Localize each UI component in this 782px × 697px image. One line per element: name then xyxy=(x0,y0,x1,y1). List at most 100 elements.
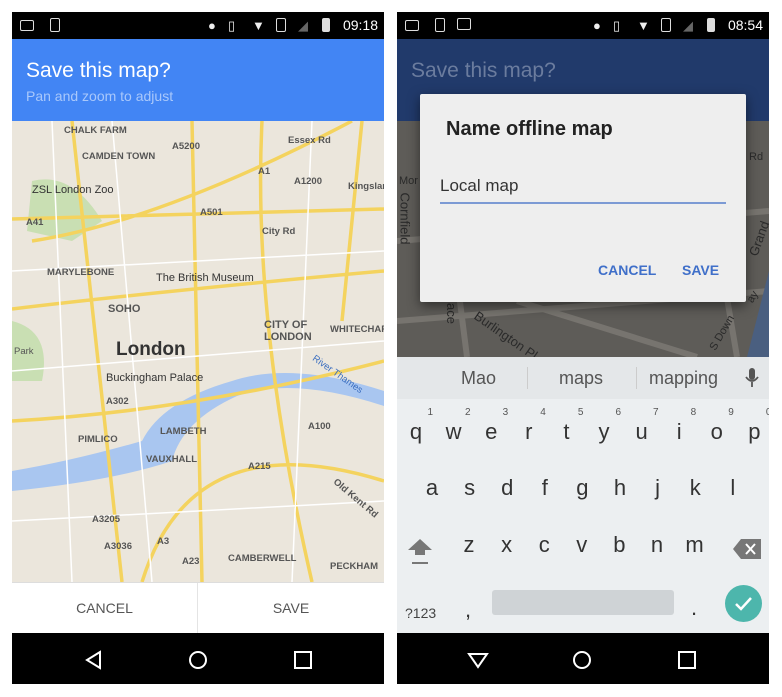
period-key[interactable]: . xyxy=(691,595,697,621)
key-s[interactable]: s xyxy=(455,475,485,501)
key-label: j xyxy=(655,475,661,500)
cancel-button[interactable]: CANCEL xyxy=(12,583,198,634)
key-hint: 3 xyxy=(502,407,509,418)
suggestion-item[interactable]: Mao xyxy=(461,368,496,389)
key-x[interactable]: x xyxy=(492,532,522,558)
key-c[interactable]: c xyxy=(529,532,559,558)
map-label: MARYLEBONE xyxy=(47,267,115,278)
key-f[interactable]: f xyxy=(530,475,560,501)
map-view[interactable]: CHALK FARM CAMDEN TOWN ZSL London Zoo A5… xyxy=(12,121,384,582)
key-v[interactable]: v xyxy=(567,532,597,558)
map-label: Kingsland Rd xyxy=(348,181,384,192)
key-d[interactable]: d xyxy=(492,475,522,501)
space-key[interactable] xyxy=(492,590,674,615)
page-title: Save this map? xyxy=(411,59,556,82)
suggestion-item[interactable]: maps xyxy=(559,368,603,389)
back-icon[interactable] xyxy=(84,650,104,670)
shift-icon xyxy=(408,539,432,564)
map-label: CAMDEN TOWN xyxy=(82,151,156,162)
map-label: A3 xyxy=(157,536,170,547)
comma-key[interactable]: , xyxy=(465,597,471,623)
key-m[interactable]: m xyxy=(680,532,710,558)
key-label: g xyxy=(576,475,589,500)
key-l[interactable]: l xyxy=(718,475,748,501)
map-label: A3036 xyxy=(104,541,132,552)
key-o[interactable]: o9 xyxy=(702,407,734,445)
key-label: v xyxy=(576,532,588,557)
phone-save-map: ● ▯ ▼ ◢ 09:18 Save this map? Pan and zoo… xyxy=(12,12,384,684)
key-b[interactable]: b xyxy=(604,532,634,558)
backspace-icon xyxy=(733,539,761,559)
divider xyxy=(527,367,528,389)
map-label: A1200 xyxy=(294,176,322,187)
key-n[interactable]: n xyxy=(642,532,672,558)
map-name-input[interactable]: Local map xyxy=(440,176,726,204)
signal-icon: ◢ xyxy=(683,18,693,33)
divider xyxy=(636,367,637,389)
nav-bar xyxy=(12,633,384,684)
done-key[interactable] xyxy=(725,585,762,622)
location-icon: ● xyxy=(593,18,601,33)
map-label: ZSL London Zoo xyxy=(32,184,114,196)
microphone-icon[interactable] xyxy=(745,368,759,388)
key-hint: 9 xyxy=(728,407,734,418)
key-w[interactable]: w2 xyxy=(439,407,471,445)
dialog-cancel-button[interactable]: CANCEL xyxy=(598,262,656,278)
map-label: LAMBETH xyxy=(160,426,207,437)
symbols-key[interactable]: ?123 xyxy=(405,605,436,621)
suggestion-item[interactable]: mapping xyxy=(649,368,718,389)
key-label: e xyxy=(485,419,498,444)
status-bar: ● ▯ ▼ ◢ 08:54 xyxy=(397,12,769,39)
key-label: d xyxy=(501,475,514,500)
map-label: PECKHAM xyxy=(330,561,379,572)
page-subtitle: Pan and zoom to adjust xyxy=(26,88,174,104)
key-label: f xyxy=(541,475,548,500)
key-z[interactable]: z xyxy=(454,532,484,558)
key-q[interactable]: q1 xyxy=(401,407,433,445)
key-label: p xyxy=(748,419,761,444)
dialog-save-button[interactable]: SAVE xyxy=(682,262,719,278)
signal-icon: ◢ xyxy=(298,18,308,33)
key-i[interactable]: i8 xyxy=(664,407,696,445)
wifi-icon: ▼ xyxy=(637,18,650,33)
home-icon[interactable] xyxy=(572,650,592,670)
image-icon xyxy=(20,20,34,31)
keyboard: Mao maps mapping ?123 , . q1w2e3r4t5y6u7… xyxy=(397,357,769,633)
key-label: n xyxy=(650,532,664,557)
key-e[interactable]: e3 xyxy=(476,407,508,445)
map-label: London xyxy=(116,339,186,360)
sim-icon xyxy=(661,18,671,32)
key-t[interactable]: t5 xyxy=(551,407,583,445)
back-icon[interactable] xyxy=(467,650,489,670)
key-p[interactable]: p0 xyxy=(739,407,769,445)
map-label: CHALK FARM xyxy=(64,125,127,136)
key-u[interactable]: u7 xyxy=(627,407,658,445)
name-offline-map-dialog: Name offline map Local map CANCEL SAVE xyxy=(420,94,746,302)
map-label: City Rd xyxy=(262,226,296,237)
key-a[interactable]: a xyxy=(417,475,447,501)
recents-icon[interactable] xyxy=(677,650,697,670)
key-label: a xyxy=(425,475,439,500)
map-label: CITY OF LONDON xyxy=(264,319,312,343)
map-label: Rd xyxy=(749,151,764,163)
backspace-key[interactable] xyxy=(733,539,761,564)
home-icon[interactable] xyxy=(188,650,208,670)
key-label: i xyxy=(676,419,682,444)
suggestion-strip: Mao maps mapping xyxy=(397,357,769,399)
recents-icon[interactable] xyxy=(293,650,313,670)
key-j[interactable]: j xyxy=(643,475,673,501)
key-h[interactable]: h xyxy=(605,475,635,501)
key-k[interactable]: k xyxy=(680,475,710,501)
nav-bar xyxy=(397,633,769,684)
map-label: SOHO xyxy=(108,303,141,315)
gmail-icon xyxy=(457,18,471,30)
key-y[interactable]: y6 xyxy=(589,407,622,445)
key-r[interactable]: r4 xyxy=(514,407,546,445)
shift-key[interactable] xyxy=(405,537,435,564)
save-button[interactable]: SAVE xyxy=(198,583,384,634)
key-label: k xyxy=(689,475,701,500)
key-label: b xyxy=(613,532,626,557)
key-g[interactable]: g xyxy=(567,475,597,501)
map-label: A100 xyxy=(308,421,331,432)
key-label: w xyxy=(445,419,462,444)
